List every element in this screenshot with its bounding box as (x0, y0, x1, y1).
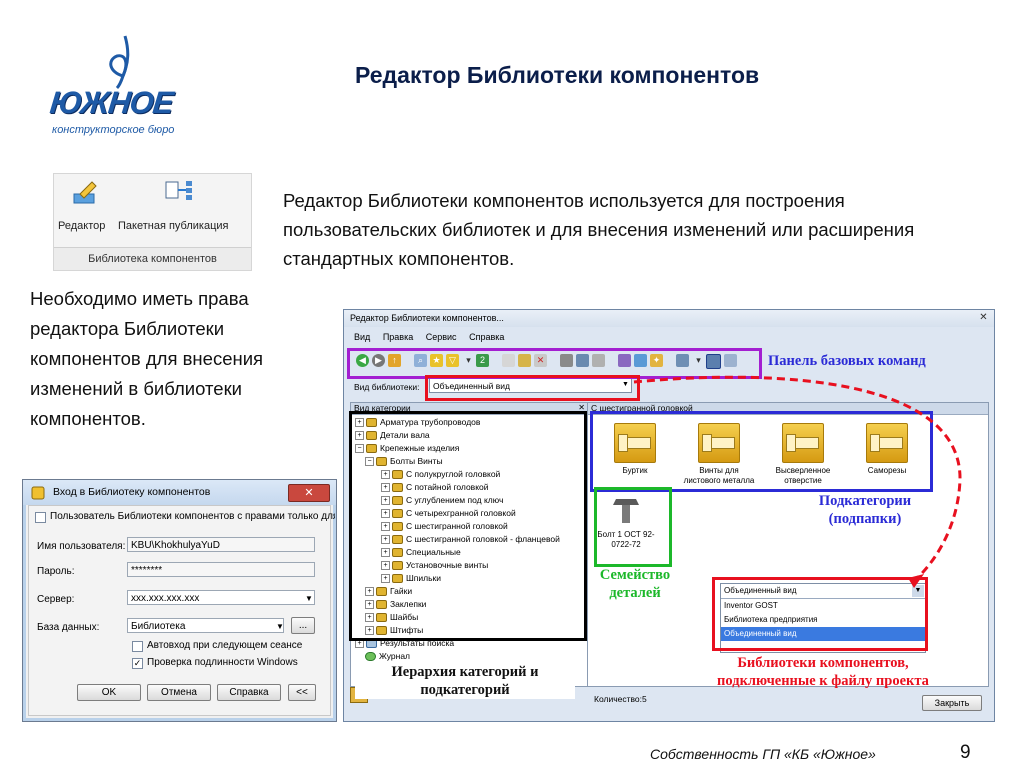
close-editor-button[interactable]: Закрыть (922, 695, 982, 711)
database-label: База данных: (37, 622, 100, 633)
tree-item[interactable]: Журнал (365, 651, 410, 662)
hierarchy-highlight-box (349, 411, 587, 641)
subcategories-annotation: Подкатегории (подпапки) (818, 493, 912, 527)
readonly-user-checkbox[interactable] (35, 512, 46, 523)
editor-pencil-icon[interactable] (72, 180, 100, 206)
family-annotation: Семейство деталей (599, 567, 671, 601)
readonly-user-label: Пользователь Библиотеки компонентов с пр… (50, 511, 335, 522)
app-icon (31, 486, 45, 500)
page-number: 9 (960, 742, 971, 763)
note-text: Необходимо иметь права редактора Библиот… (30, 288, 264, 429)
collapse-button[interactable]: << (288, 684, 316, 701)
autologin-checkbox[interactable] (132, 641, 143, 652)
menu-service[interactable]: Сервис (426, 332, 457, 342)
autologin-label: Автовход при следующем сеансе (147, 640, 303, 651)
ribbon-group-label: Библиотека компонентов (54, 247, 251, 270)
password-label: Пароль: (37, 566, 75, 577)
libraries-annotation: Библиотеки компонентов, подключенные к ф… (717, 655, 929, 689)
ribbon-batch-label[interactable]: Пакетная публикация (118, 220, 228, 232)
cancel-button[interactable]: Отмена (147, 684, 211, 701)
library-view-highlight-box (425, 375, 640, 401)
menu-edit[interactable]: Правка (383, 332, 413, 342)
windows-auth-checkbox[interactable]: ✓ (132, 658, 143, 669)
chevron-down-icon[interactable]: ▼ (305, 594, 313, 603)
hierarchy-annotation: Иерархия категорий и подкатегорий (355, 663, 575, 699)
help-button[interactable]: Справка (217, 684, 281, 701)
window-close-icon[interactable]: ✕ (976, 312, 991, 324)
browse-database-button[interactable]: ... (291, 617, 315, 634)
logo-wordmark: ЮЖНОЕ (48, 85, 175, 120)
login-dialog-body: Пользователь Библиотеки компонентов с пр… (28, 505, 335, 716)
ok-button[interactable]: OK (77, 684, 141, 701)
dashed-arrow-icon (633, 375, 962, 588)
ribbon-panel: Редактор Пакетная публикация Библиотека … (53, 173, 252, 271)
menu-bar: Вид Правка Сервис Справка (344, 330, 994, 344)
logo-subtitle: конструкторское бюро (52, 124, 175, 136)
windows-auth-label: Проверка подлинности Windows (147, 657, 298, 668)
batch-publish-icon[interactable] (164, 179, 194, 207)
server-select[interactable]: xxx.xxx.xxx.xxx (127, 590, 315, 605)
chevron-down-icon[interactable]: ▼ (276, 622, 284, 631)
database-select[interactable]: Библиотека (127, 618, 284, 633)
server-label: Сервер: (37, 594, 75, 605)
username-field[interactable]: KBU\KhokhulyaYuD (127, 537, 315, 552)
menu-help[interactable]: Справка (469, 332, 504, 342)
page-title: Редактор Библиотеки компонентов (355, 62, 760, 88)
username-label: Имя пользователя: (37, 541, 126, 552)
toolbar-annotation: Панель базовых команд (768, 353, 926, 369)
window-title: Редактор Библиотеки компонентов... (344, 310, 994, 327)
footer-text: Собственность ГП «КБ «Южное» (650, 746, 876, 762)
menu-view[interactable]: Вид (354, 332, 370, 342)
ribbon-editor-label[interactable]: Редактор (58, 220, 105, 232)
login-dialog: Вход в Библиотеку компонентов ✕ Пользова… (22, 479, 337, 722)
item-count: Количество:5 (594, 694, 647, 704)
fountain-pen-icon (109, 35, 130, 90)
password-field[interactable]: ******** (127, 562, 315, 577)
close-button[interactable]: ✕ (288, 484, 330, 502)
library-view-label: Вид библиотеки: (354, 382, 420, 392)
intro-text: Редактор Библиотеки компонентов использу… (283, 190, 915, 269)
